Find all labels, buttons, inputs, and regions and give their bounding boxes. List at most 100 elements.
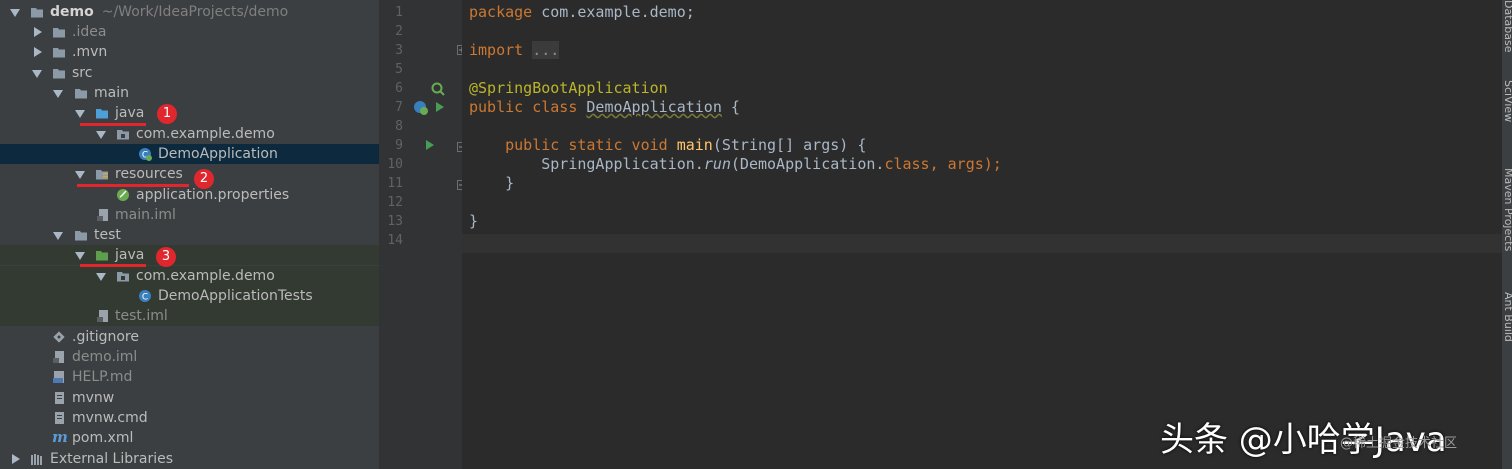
class-name: DemoApplication: [586, 98, 722, 116]
collapse-arrow-icon[interactable]: [34, 47, 42, 57]
tree-item-demo[interactable]: demo ~/Work/IdeaProjects/demo: [0, 2, 379, 22]
file-icon: [55, 392, 64, 404]
tree-item-label: java: [115, 105, 145, 121]
tree-item-external-libraries[interactable]: External Libraries: [0, 449, 379, 469]
line-number: 1: [395, 5, 403, 20]
code-text: com.example.demo;: [532, 3, 695, 21]
watermark-sub: @稀土掘金技术社区: [1340, 436, 1458, 451]
collapse-arrow-icon[interactable]: [34, 27, 42, 37]
tree-item-mvnw[interactable]: mvnw: [0, 388, 379, 408]
tree-item-main-iml[interactable]: main.iml: [0, 205, 379, 225]
expand-arrow-icon[interactable]: [75, 252, 85, 260]
code-text: SpringApplication.: [541, 155, 704, 173]
package-icon: [117, 130, 129, 140]
current-line-highlight: [462, 234, 1502, 253]
code-text: , args);: [929, 155, 1002, 173]
line-number: 8: [395, 119, 403, 134]
tree-item-idea[interactable]: .idea: [0, 22, 379, 42]
keyword: public static void: [505, 136, 668, 154]
tree-item-resources[interactable]: resources: [0, 164, 379, 184]
tool-tab-database[interactable]: Database: [1502, 0, 1512, 53]
tree-item-gitignore[interactable]: .gitignore: [0, 327, 379, 347]
line-number: 3: [395, 43, 403, 58]
tree-item-test[interactable]: test: [0, 225, 379, 245]
project-path: ~/Work/IdeaProjects/demo: [101, 4, 289, 20]
source-folder-icon: [96, 109, 108, 119]
tree-item-label: .gitignore: [72, 329, 139, 345]
tree-item-test-java[interactable]: java: [0, 245, 379, 265]
annotation-badge: 1: [157, 104, 177, 124]
expand-arrow-icon[interactable]: [53, 232, 63, 240]
keyword: package: [469, 3, 533, 21]
run-icon[interactable]: [435, 101, 445, 113]
tree-item-help-md[interactable]: HELP.md: [0, 367, 379, 387]
tree-item-main[interactable]: main: [0, 83, 379, 103]
svg-text:C: C: [142, 293, 148, 303]
expand-arrow-icon[interactable]: [32, 70, 42, 78]
line-number: 10: [387, 157, 403, 172]
tool-tab-maven-projects[interactable]: Maven Projects: [1502, 168, 1512, 251]
expand-arrow-icon[interactable]: [75, 110, 85, 118]
code-line-13: }: [469, 212, 479, 230]
tree-item-label: src: [72, 65, 93, 81]
spring-class-gutter-icon[interactable]: [413, 100, 429, 116]
tree-item-test-iml[interactable]: test.iml: [0, 306, 379, 326]
tree-item-pom-xml[interactable]: m pom.xml: [0, 428, 379, 448]
tree-item-label: mvnw.cmd: [72, 410, 148, 426]
expand-arrow-icon[interactable]: [96, 273, 106, 281]
tree-item-label: .idea: [72, 24, 107, 40]
expand-arrow-icon[interactable]: [75, 171, 85, 179]
tree-item-label: HELP.md: [72, 369, 133, 385]
expand-arrow-icon[interactable]: [96, 131, 106, 139]
folder-icon: [53, 69, 65, 79]
line-number: 12: [387, 195, 403, 210]
file-icon: [55, 412, 64, 424]
expand-arrow-icon[interactable]: [10, 9, 20, 17]
tool-tab-ant-build[interactable]: Ant Build: [1502, 292, 1512, 342]
code-line-11: }: [469, 174, 514, 193]
code-line-7: public class DemoApplication {: [469, 98, 740, 117]
folded-imports[interactable]: ...: [532, 41, 560, 59]
tree-item-test-package[interactable]: com.example.demo: [0, 266, 379, 286]
line-number: 11: [387, 176, 403, 191]
code-text: {: [721, 98, 740, 116]
tree-item-mvn[interactable]: .mvn: [0, 42, 379, 62]
tree-item-main-java[interactable]: java: [0, 103, 379, 123]
run-icon[interactable]: [425, 139, 435, 151]
spring-class-icon: C: [139, 148, 152, 161]
test-folder-icon: [96, 251, 108, 261]
tree-item-package[interactable]: com.example.demo: [0, 124, 379, 144]
code-line-3: import ...: [469, 41, 560, 60]
tree-item-label: java: [115, 247, 145, 263]
folder-icon: [31, 8, 43, 18]
tree-item-src[interactable]: src: [0, 63, 379, 83]
spring-bean-icon[interactable]: [431, 82, 445, 96]
tree-item-label: com.example.demo: [136, 126, 275, 142]
right-tool-strip: Database SciView Maven Projects Ant Buil…: [1502, 0, 1512, 469]
tree-item-mvnw-cmd[interactable]: mvnw.cmd: [0, 408, 379, 428]
project-tree: demo ~/Work/IdeaProjects/demo .idea .mvn …: [0, 0, 379, 469]
code-text: (String[] args) {: [712, 136, 867, 154]
line-number: 7: [395, 100, 403, 115]
tool-tab-sciview[interactable]: SciView: [1502, 80, 1512, 122]
iml-file-icon: [97, 310, 108, 322]
tree-item-label: main: [94, 85, 129, 101]
class-icon: C: [139, 290, 151, 303]
code-text: (DemoApplication.: [730, 155, 885, 173]
expand-arrow-icon[interactable]: [53, 90, 63, 98]
code-line-10: SpringApplication.run(DemoApplication.cl…: [469, 155, 1002, 174]
tree-item-demo-iml[interactable]: demo.iml: [0, 347, 379, 367]
keyword: import: [469, 41, 524, 59]
collapse-arrow-icon[interactable]: [12, 454, 20, 464]
resources-folder-icon: [96, 170, 108, 180]
tree-item-demo-application-tests[interactable]: C DemoApplicationTests: [0, 286, 379, 306]
libraries-icon: [31, 454, 42, 465]
iml-file-icon: [53, 351, 64, 363]
tree-item-label: test: [94, 227, 121, 243]
annotation-underline: [80, 264, 146, 267]
tree-item-demo-application[interactable]: C DemoApplication: [0, 144, 379, 164]
tree-item-application-properties[interactable]: application.properties: [0, 185, 379, 205]
method-name: main: [676, 136, 713, 154]
package-icon: [117, 272, 129, 282]
code-line-9: public static void main(String[] args) {: [469, 136, 866, 155]
